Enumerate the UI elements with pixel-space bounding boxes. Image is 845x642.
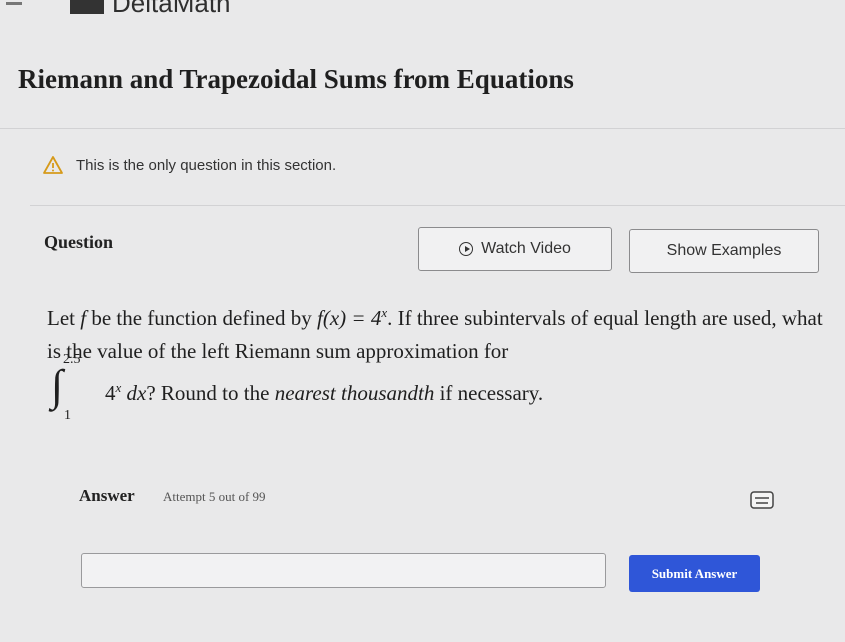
answer-label: Answer [79,486,135,505]
question-text-part: f(x) = 4 [317,306,382,330]
section-notice: This is the only question in this sectio… [42,155,336,175]
watch-video-label: Watch Video [481,240,571,257]
question-text-part: ? Round to the [146,381,275,405]
question-text-part: be the function defined by [86,306,318,330]
play-icon [459,242,474,256]
warning-triangle-icon [42,155,64,175]
divider [0,128,845,129]
integral-expression: ∫ 2.5 1 4x dx? Round to the nearest thou… [47,352,807,426]
menu-icon[interactable] [6,2,22,5]
top-bar: DeltaMath [0,0,845,22]
divider [30,205,845,206]
submit-answer-button[interactable]: Submit Answer [629,555,760,592]
integrand: 4 [105,381,116,405]
show-examples-button[interactable]: Show Examples [629,229,819,273]
integral-upper-bound: 2.5 [63,352,81,367]
integral-lower-bound: 1 [64,408,71,423]
brand-name: DeltaMath [112,0,231,18]
attempt-counter: Attempt 5 out of 99 [163,489,266,504]
keyboard-icon[interactable] [750,490,774,510]
question-text-part: Let [47,306,81,330]
brand-logo[interactable]: DeltaMath [70,0,231,19]
deltamath-logo-icon [70,0,104,14]
integral-body: 4x dx? Round to the nearest thousandth i… [105,380,543,406]
question-text-part: if necessary. [434,381,544,405]
watch-video-button[interactable]: Watch Video [418,227,612,271]
differential: dx [121,381,147,405]
page-title: Riemann and Trapezoidal Sums from Equati… [18,64,574,94]
question-label: Question [44,232,114,252]
notice-text: This is the only question in this sectio… [76,156,337,174]
question-emphasis: nearest thousandth [274,381,435,405]
answer-input[interactable] [81,553,606,588]
show-examples-label: Show Examples [666,242,782,259]
integral-sign: ∫ [51,361,64,410]
